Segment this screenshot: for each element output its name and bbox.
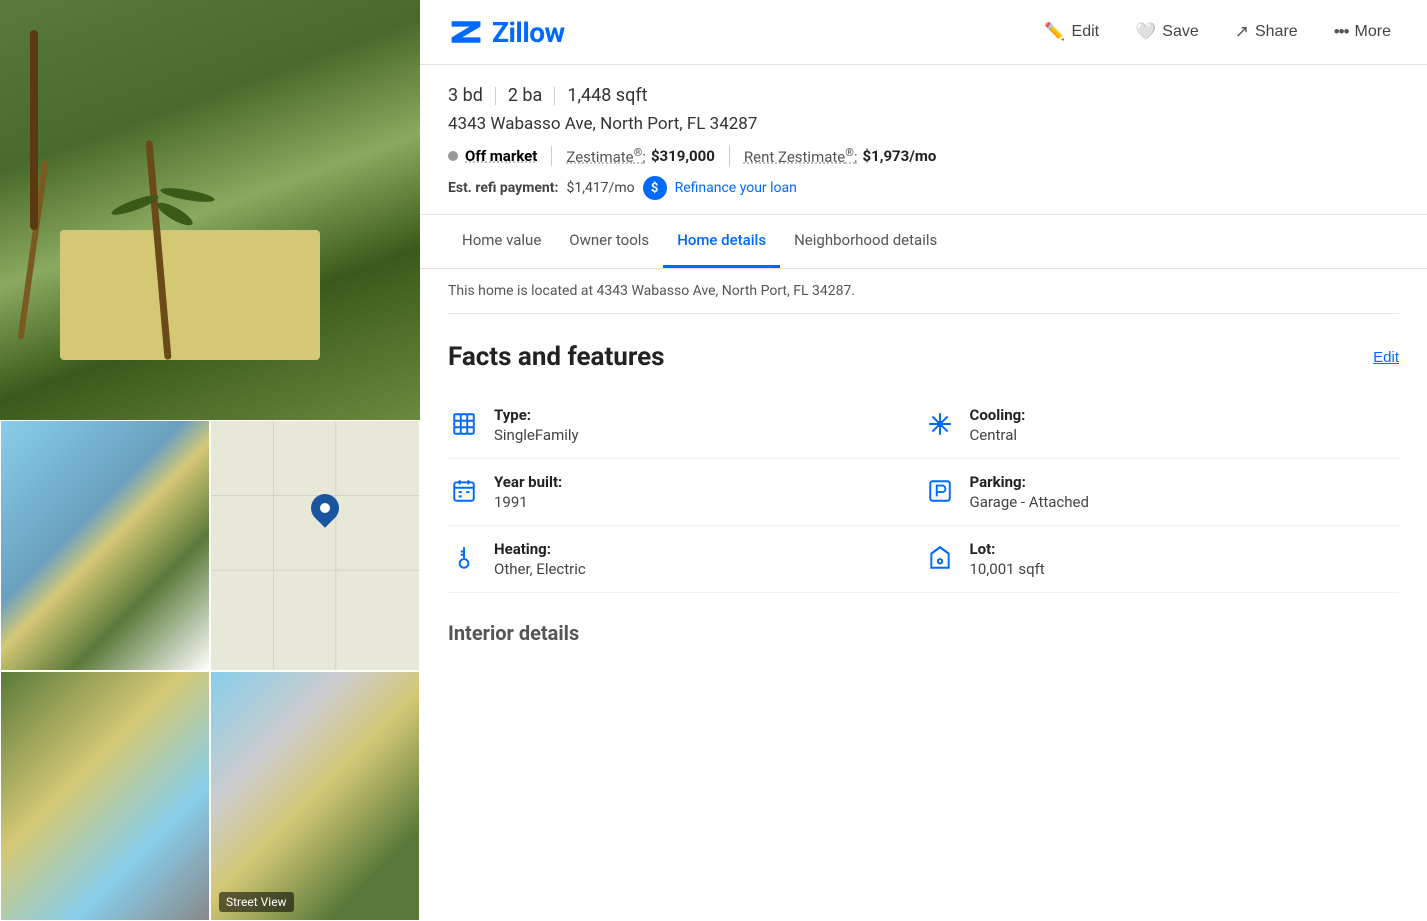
thermometer-icon: [448, 542, 480, 574]
parking-icon: [924, 475, 956, 507]
photo-thumb-garage[interactable]: Street View: [210, 671, 420, 921]
stat-divider-1: [495, 87, 496, 105]
partial-text: This home is located at 4343 Wabasso Ave…: [448, 269, 1399, 314]
tab-home-value[interactable]: Home value: [448, 215, 555, 268]
type-label: Type:: [494, 406, 579, 424]
partial-text-content: This home is located at 4343 Wabasso Ave…: [448, 283, 855, 299]
fact-lot: Lot: 10,001 sqft: [924, 526, 1400, 593]
refi-icon: $: [643, 176, 667, 200]
cooling-value: Central: [970, 426, 1026, 444]
rent-zestimate-value: $1,973/mo: [863, 147, 937, 165]
refi-row: Est. refi payment: $1,417/mo $ Refinance…: [448, 176, 1399, 200]
facts-left-col: Type: SingleFamily: [448, 392, 924, 593]
map-pin: [311, 494, 339, 522]
zillow-logo[interactable]: Zillow: [448, 14, 565, 50]
section-header: Facts and features Edit: [448, 342, 1399, 372]
facts-right-col: Cooling: Central Parking: Garage - At: [924, 392, 1400, 593]
share-button[interactable]: ↗ Share: [1227, 18, 1306, 46]
tab-home-details[interactable]: Home details: [663, 215, 780, 268]
facts-title: Facts and features: [448, 342, 665, 372]
share-icon: ↗: [1235, 22, 1249, 42]
lot-label: Lot:: [970, 540, 1045, 558]
edit-button[interactable]: ✏️ Edit: [1036, 18, 1107, 46]
parking-label: Parking:: [970, 473, 1089, 491]
zillow-logo-icon: [448, 14, 484, 50]
photo-panel: Street View: [0, 0, 420, 921]
year-built-label: Year built:: [494, 473, 562, 491]
parking-value: Garage - Attached: [970, 493, 1089, 511]
share-label: Share: [1255, 23, 1298, 41]
snowflake-icon: [924, 408, 956, 440]
photo-thumb-5[interactable]: [0, 671, 210, 921]
rent-zestimate-label: Rent Zestimate®:: [744, 146, 858, 166]
save-label: Save: [1162, 23, 1198, 41]
edit-label: Edit: [1072, 23, 1100, 41]
calendar-icon: [448, 475, 480, 507]
building-icon: [448, 408, 480, 440]
zestimate-label: Zestimate®:: [566, 146, 646, 166]
edit-icon: ✏️: [1044, 22, 1065, 42]
fact-type: Type: SingleFamily: [448, 392, 924, 459]
refi-link[interactable]: Refinance your loan: [675, 180, 797, 196]
refi-label: Est. refi payment:: [448, 180, 558, 196]
content: This home is located at 4343 Wabasso Ave…: [420, 269, 1427, 677]
zestimate-value: $319,000: [651, 147, 715, 165]
heating-label: Heating:: [494, 540, 586, 558]
photo-thumb-1[interactable]: [0, 420, 210, 671]
sqft-stat: 1,448 sqft: [567, 85, 647, 106]
save-button[interactable]: 🤍 Save: [1127, 18, 1207, 46]
facts-grid: Type: SingleFamily: [448, 392, 1399, 593]
fact-parking: Parking: Garage - Attached: [924, 459, 1400, 526]
property-status-row: Off market Zestimate®: $319,000 Rent Zes…: [448, 146, 1399, 166]
street-view-label: Street View: [219, 892, 294, 912]
interior-title: Interior details: [448, 621, 1399, 645]
lot-icon: [924, 542, 956, 574]
more-icon: •••: [1334, 22, 1349, 42]
fact-cooling: Cooling: Central: [924, 392, 1400, 459]
baths-stat: 2 ba: [508, 85, 542, 106]
tab-owner-tools[interactable]: Owner tools: [555, 215, 663, 268]
status-divider-2: [729, 146, 730, 166]
more-button[interactable]: ••• More: [1326, 18, 1399, 46]
zillow-logo-text: Zillow: [492, 16, 565, 49]
cooling-label: Cooling:: [970, 406, 1026, 424]
interior-section: Interior details: [448, 621, 1399, 645]
tabs: Home value Owner tools Home details Neig…: [420, 215, 1427, 269]
more-label: More: [1355, 23, 1391, 41]
header-actions: ✏️ Edit 🤍 Save ↗ Share ••• More: [1036, 18, 1399, 46]
facts-edit-button[interactable]: Edit: [1373, 349, 1399, 366]
photo-grid: Street View: [0, 420, 420, 921]
lot-value: 10,001 sqft: [970, 560, 1045, 578]
heating-value: Other, Electric: [494, 560, 586, 578]
refi-value: $1,417/mo: [566, 180, 634, 196]
photo-thumb-map[interactable]: [210, 420, 420, 671]
year-built-value: 1991: [494, 493, 562, 511]
main-photo[interactable]: [0, 0, 420, 420]
status-dot: [448, 151, 458, 161]
type-value: SingleFamily: [494, 426, 579, 444]
status-text: Off market: [465, 147, 537, 165]
right-panel: Zillow ✏️ Edit 🤍 Save ↗ Share ••• More 3…: [420, 0, 1427, 921]
heart-icon: 🤍: [1135, 22, 1156, 42]
beds-stat: 3 bd: [448, 85, 483, 106]
property-address: 4343 Wabasso Ave, North Port, FL 34287: [448, 114, 1399, 134]
stat-divider-2: [554, 87, 555, 105]
property-stats: 3 bd 2 ba 1,448 sqft: [448, 85, 1399, 106]
fact-year-built: Year built: 1991: [448, 459, 924, 526]
tab-neighborhood-details[interactable]: Neighborhood details: [780, 215, 951, 268]
property-info: 3 bd 2 ba 1,448 sqft 4343 Wabasso Ave, N…: [420, 65, 1427, 215]
status-divider: [551, 146, 552, 166]
fact-heating: Heating: Other, Electric: [448, 526, 924, 593]
header: Zillow ✏️ Edit 🤍 Save ↗ Share ••• More: [420, 0, 1427, 65]
status-badge: Off market: [448, 147, 537, 165]
